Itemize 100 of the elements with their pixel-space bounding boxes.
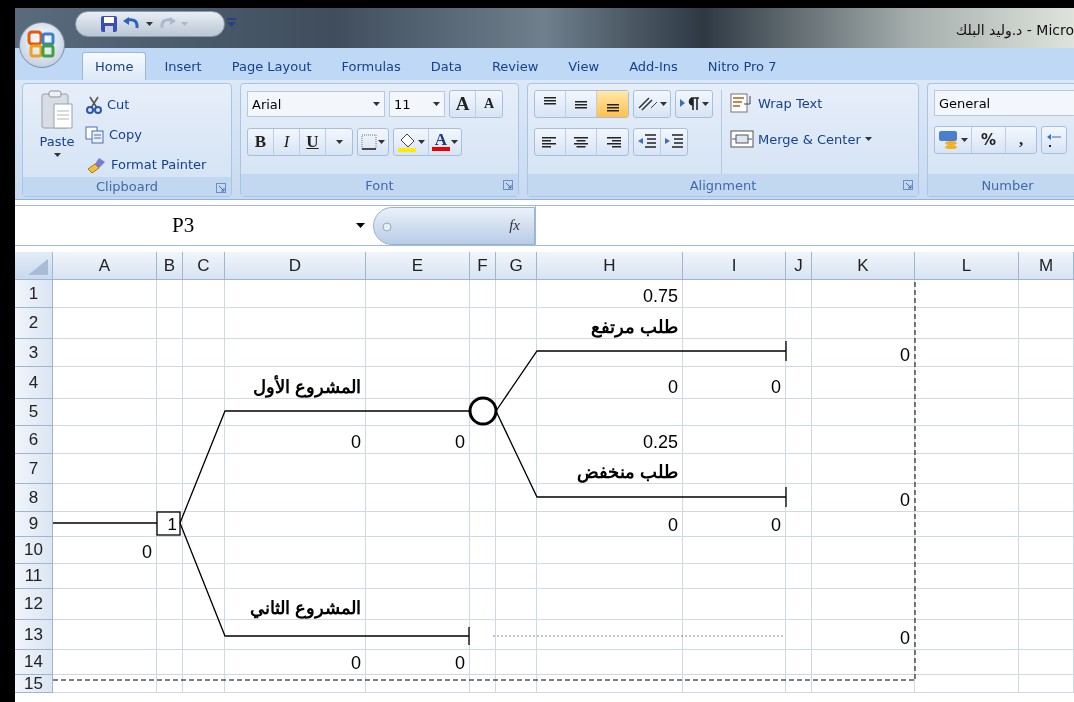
- font-color-button[interactable]: A: [429, 129, 461, 155]
- save-icon[interactable]: [100, 15, 118, 33]
- sheet-cell[interactable]: 0: [225, 426, 366, 454]
- sheet-cell[interactable]: 0: [812, 620, 915, 650]
- clipboard-icon: [40, 90, 74, 130]
- clipboard-command[interactable]: Cut: [85, 92, 207, 117]
- sheet-cell[interactable]: 0.75: [537, 280, 683, 308]
- row-header[interactable]: 2: [15, 308, 53, 339]
- ribbon-tab[interactable]: Insert: [152, 52, 214, 80]
- outdent-icon: [637, 133, 657, 151]
- align-button[interactable]: [597, 91, 628, 117]
- merge-cells-icon: [730, 129, 754, 149]
- sheet-cell[interactable]: المشروع الأول: [225, 367, 366, 399]
- sheet-cell[interactable]: 0: [683, 512, 786, 537]
- merge-center-button[interactable]: Merge & Center: [730, 126, 872, 152]
- sheet-cell[interactable]: 0: [225, 650, 366, 675]
- caret-icon[interactable]: [356, 223, 365, 228]
- borders-button[interactable]: [357, 128, 389, 156]
- font-size-field[interactable]: 11: [389, 91, 445, 117]
- sheet-cell[interactable]: 0.25: [537, 426, 683, 454]
- shrink-font-button[interactable]: A: [476, 91, 502, 117]
- column-header[interactable]: A: [53, 252, 157, 280]
- dialog-launcher-icon[interactable]: [216, 183, 226, 193]
- column-header[interactable]: C: [183, 252, 225, 280]
- row-header[interactable]: 6: [15, 426, 53, 454]
- column-header[interactable]: F: [470, 252, 496, 280]
- ribbon-tab[interactable]: Data: [418, 52, 474, 80]
- ribbon-tab[interactable]: Add-Ins: [617, 52, 690, 80]
- sheet-cell[interactable]: 0: [366, 426, 470, 454]
- money-icon: [938, 130, 960, 150]
- column-header[interactable]: E: [366, 252, 470, 280]
- chance-node: [468, 396, 498, 426]
- row-header[interactable]: 3: [15, 339, 53, 367]
- insert-function-button[interactable]: fx: [373, 206, 535, 245]
- dialog-launcher-icon[interactable]: [503, 180, 513, 190]
- copy-icon: [85, 125, 105, 144]
- row-header[interactable]: 15: [15, 675, 53, 693]
- align-top-icon: [542, 96, 558, 105]
- row-header[interactable]: 11: [15, 564, 53, 589]
- align-middle-icon: [573, 99, 589, 109]
- row-header[interactable]: 14: [15, 650, 53, 675]
- ribbon-tab[interactable]: Formulas: [329, 52, 413, 80]
- clipboard-command[interactable]: Format Painter: [85, 152, 207, 177]
- row-header[interactable]: 13: [15, 620, 53, 650]
- sheet-cell[interactable]: 0: [683, 367, 786, 399]
- wrap-text-button[interactable]: Wrap Text: [730, 90, 872, 116]
- underline-button[interactable]: U: [300, 129, 326, 155]
- text-direction-button[interactable]: [675, 90, 713, 118]
- column-header[interactable]: H: [537, 252, 683, 280]
- font-name-field[interactable]: Arial: [247, 91, 385, 117]
- sheet-cell[interactable]: 0: [812, 339, 915, 367]
- clipboard-command[interactable]: Copy: [85, 122, 207, 147]
- grip-icon: [382, 221, 392, 232]
- ribbon-tab[interactable]: Nitro Pro 7: [695, 52, 789, 80]
- percent-button[interactable]: %: [972, 127, 1006, 153]
- row-header[interactable]: 5: [15, 399, 53, 426]
- sheet-cell[interactable]: 0: [366, 650, 470, 675]
- sheet-cell[interactable]: 0: [537, 512, 683, 537]
- ribbon-tab[interactable]: View: [556, 52, 612, 80]
- caret-icon: [335, 140, 343, 144]
- row-header[interactable]: 7: [15, 454, 53, 484]
- italic-button[interactable]: I: [274, 129, 300, 155]
- caret-icon: [864, 137, 872, 141]
- ribbon-tab[interactable]: Home: [82, 52, 147, 80]
- office-logo-icon: [27, 30, 57, 60]
- column-header[interactable]: K: [812, 252, 915, 280]
- align-right-icon: [604, 136, 621, 148]
- sheet-cell[interactable]: طلب مرتفع: [537, 308, 683, 339]
- column-header[interactable]: L: [915, 252, 1019, 280]
- row-header[interactable]: 8: [15, 484, 53, 512]
- paste-button[interactable]: Paste: [29, 90, 85, 177]
- sheet-cell[interactable]: طلب منخفض: [537, 454, 683, 484]
- sheet-cell[interactable]: 0: [537, 367, 683, 399]
- column-header[interactable]: D: [225, 252, 366, 280]
- caret-icon: [373, 102, 380, 106]
- row-header[interactable]: 12: [15, 589, 53, 620]
- sheet-cell[interactable]: 0: [812, 484, 915, 512]
- name-box[interactable]: P3: [15, 206, 373, 245]
- column-header[interactable]: G: [496, 252, 537, 280]
- column-header[interactable]: M: [1019, 252, 1074, 280]
- orientation-button[interactable]: [633, 90, 671, 118]
- grow-font-button[interactable]: A: [450, 91, 476, 117]
- row-header[interactable]: 4: [15, 367, 53, 399]
- sheet-cell[interactable]: 0: [53, 537, 157, 564]
- row-header[interactable]: 10: [15, 537, 53, 564]
- column-header[interactable]: B: [157, 252, 183, 280]
- group-label: Clipboard: [95, 179, 159, 194]
- caret-icon[interactable]: [146, 22, 153, 26]
- column-header[interactable]: I: [683, 252, 786, 280]
- row-header[interactable]: 9: [15, 512, 53, 537]
- ribbon-tab[interactable]: Review: [479, 52, 551, 80]
- number-format-field[interactable]: General: [934, 90, 1074, 116]
- sheet-cell[interactable]: المشروع الثاني: [225, 589, 366, 620]
- ribbon-tab[interactable]: Page Layout: [219, 52, 324, 80]
- bold-button[interactable]: B: [248, 129, 274, 155]
- column-header[interactable]: J: [786, 252, 812, 280]
- row-header[interactable]: 1: [15, 280, 53, 308]
- caret-icon: [702, 102, 709, 106]
- comma-button[interactable]: ,: [1006, 127, 1036, 153]
- dialog-launcher-icon[interactable]: [903, 180, 913, 190]
